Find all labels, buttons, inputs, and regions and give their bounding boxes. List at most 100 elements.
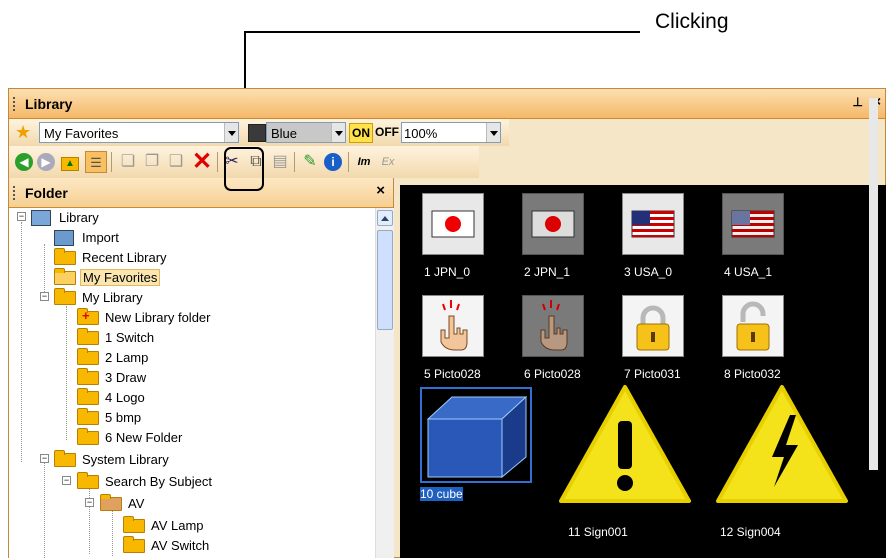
- item-label: 10 cube: [420, 487, 463, 501]
- tree-line: [89, 484, 90, 554]
- tree-line: [44, 462, 45, 558]
- chevron-down-icon[interactable]: [331, 123, 345, 142]
- back-icon[interactable]: ◀: [13, 151, 35, 173]
- item-label: 12 Sign004: [720, 525, 781, 539]
- item-11-sign001[interactable]: [555, 381, 695, 507]
- tree-line: [44, 244, 45, 292]
- item-label: 2 JPN_1: [524, 265, 571, 279]
- hand-press-icon: [440, 300, 468, 351]
- toolbar-separator: [217, 152, 218, 172]
- item-label: 7 Picto031: [624, 367, 681, 381]
- callout-line: [245, 31, 640, 33]
- item-4-usa-1[interactable]: [722, 193, 784, 255]
- favorites-value: My Favorites: [44, 126, 119, 141]
- callout-label: Clicking: [655, 10, 729, 33]
- tree-view-icon[interactable]: ☰: [85, 151, 107, 173]
- item-7-picto031[interactable]: [622, 295, 684, 357]
- zoom-dropdown[interactable]: 100%: [401, 122, 501, 143]
- zoom-value: 100%: [404, 126, 438, 141]
- drag-grip-icon[interactable]: [13, 186, 16, 200]
- tree-item-label: Library: [59, 210, 99, 225]
- item-label: 6 Picto028: [524, 367, 581, 381]
- export-icon[interactable]: Ex: [377, 151, 399, 173]
- off-button[interactable]: OFF: [375, 123, 399, 143]
- item-label: 11 Sign001: [568, 525, 628, 539]
- info-icon[interactable]: i: [322, 151, 344, 173]
- chevron-down-icon[interactable]: [224, 123, 238, 142]
- drag-grip-icon[interactable]: [13, 97, 16, 111]
- color-value: Blue: [271, 126, 298, 141]
- cube-icon: [422, 389, 530, 481]
- collapse-toggle[interactable]: −: [17, 212, 26, 221]
- folder-icon: [77, 328, 99, 345]
- on-button[interactable]: ON: [349, 123, 373, 143]
- highlight-box: [224, 147, 264, 191]
- toolbar-separator: [294, 152, 295, 172]
- library-icon: [31, 210, 51, 226]
- forward-icon[interactable]: ▶: [35, 151, 57, 173]
- new-folder-icon: +: [77, 308, 99, 325]
- folder-panel: Folder × − Library Import Recent Library: [9, 178, 394, 558]
- folder-icon: [77, 388, 99, 405]
- usa-flag-icon: [731, 210, 775, 238]
- up-folder-icon[interactable]: ▲: [59, 151, 81, 173]
- collapse-toggle[interactable]: −: [62, 476, 71, 485]
- edit-icon[interactable]: ✎: [299, 151, 321, 173]
- move-icon[interactable]: ❑: [165, 151, 187, 173]
- new-folder-icon[interactable]: ❏: [117, 151, 139, 173]
- collapse-toggle[interactable]: −: [40, 292, 49, 301]
- tree-item-label: AV Switch: [151, 538, 210, 553]
- folder-tree: − Library Import Recent Library My Favor…: [9, 208, 375, 558]
- close-panel-icon[interactable]: ×: [376, 182, 385, 199]
- delete-icon[interactable]: ✕: [191, 150, 213, 174]
- open-folder-icon: [54, 268, 76, 285]
- tree-item-label: AV Lamp: [151, 518, 204, 533]
- items-scrollbar[interactable]: [869, 98, 878, 470]
- collapse-toggle[interactable]: −: [40, 454, 49, 463]
- favorites-dropdown[interactable]: My Favorites: [39, 122, 239, 143]
- color-swatch[interactable]: [248, 124, 266, 142]
- tree-item-label: Recent Library: [82, 250, 167, 265]
- tree-item-label: 4 Logo: [105, 390, 145, 405]
- import-icon: [54, 230, 74, 246]
- av-folder-icon: [100, 494, 122, 511]
- pin-icon[interactable]: ⊥: [853, 95, 863, 109]
- japan-flag-icon: [431, 210, 475, 238]
- chevron-down-icon[interactable]: [486, 123, 500, 142]
- color-dropdown[interactable]: Blue: [266, 122, 346, 143]
- tree-item-label: 5 bmp: [105, 410, 142, 425]
- folder-icon: [77, 472, 99, 489]
- item-5-picto028[interactable]: [422, 295, 484, 357]
- toolbar-top: ★ My Favorites Blue ON OFF 100%: [9, 119, 509, 146]
- item-label: 4 USA_1: [724, 265, 773, 279]
- item-12-sign004[interactable]: [712, 381, 852, 507]
- paste-icon[interactable]: ▤: [269, 151, 291, 173]
- library-items-view: 1 JPN_0 2 JPN_1 3 USA_0 4 USA_1 5 Picto0…: [400, 185, 886, 558]
- tree-line: [21, 222, 22, 462]
- folder-icon: [54, 450, 76, 467]
- window-title: Library: [25, 96, 73, 112]
- scroll-up-icon[interactable]: [377, 210, 393, 226]
- new-item-icon[interactable]: ❐: [141, 151, 163, 173]
- item-6-picto028[interactable]: [522, 295, 584, 357]
- collapse-toggle[interactable]: −: [85, 498, 94, 507]
- folder-icon: [77, 408, 99, 425]
- scroll-thumb[interactable]: [377, 230, 393, 330]
- tree-item-label: 6 New Folder: [105, 430, 183, 445]
- tree-item-label: My Favorites: [80, 269, 161, 286]
- import-icon[interactable]: Im: [353, 151, 375, 173]
- item-8-picto032[interactable]: [722, 295, 784, 357]
- japan-flag-icon: [531, 210, 575, 238]
- folder-scrollbar[interactable]: [375, 208, 394, 558]
- tree-item-label: System Library: [82, 452, 169, 467]
- item-3-usa-0[interactable]: [622, 193, 684, 255]
- tree-item-label: My Library: [82, 290, 143, 305]
- item-1-jpn-0[interactable]: [422, 193, 484, 255]
- item-10-cube[interactable]: [420, 387, 532, 483]
- tree-item-label: 3 Draw: [105, 370, 147, 385]
- tree-line: [66, 306, 67, 440]
- usa-flag-icon: [631, 210, 675, 238]
- item-2-jpn-1[interactable]: [522, 193, 584, 255]
- folder-icon: [123, 536, 145, 553]
- folder-icon: [77, 428, 99, 445]
